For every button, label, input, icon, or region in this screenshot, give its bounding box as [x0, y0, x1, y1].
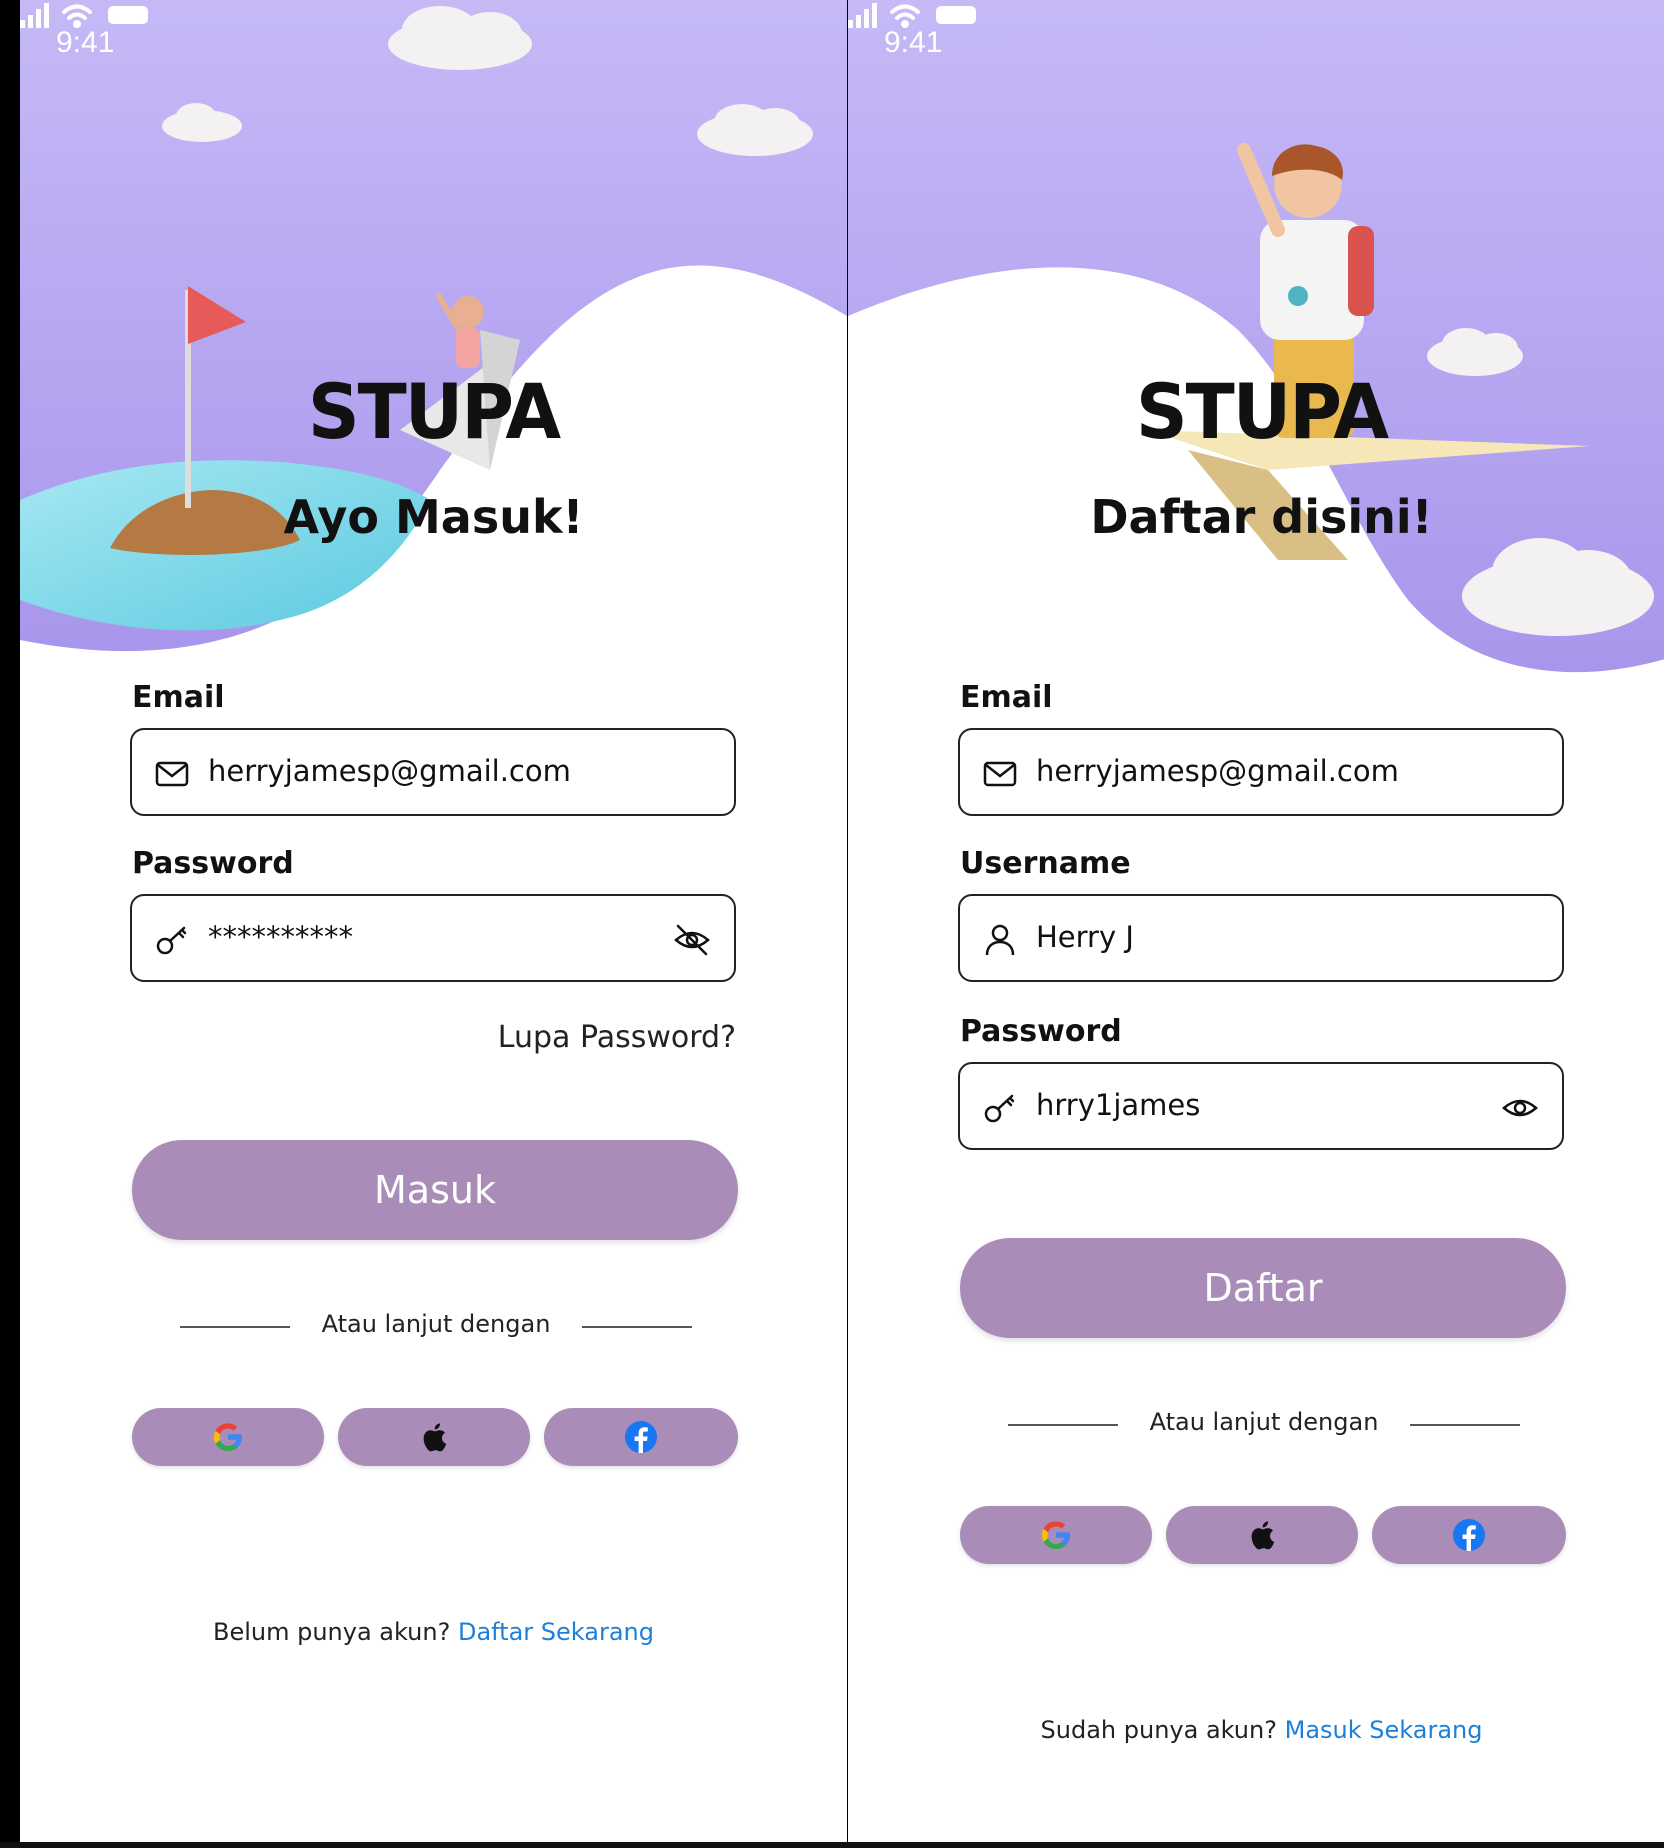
eye-off-icon[interactable]: [672, 920, 712, 960]
key-icon: [984, 1094, 1015, 1123]
signal-icon: [20, 3, 49, 28]
login-prompt-text: Sudah punya akun?: [1040, 1716, 1277, 1744]
apple-icon: [423, 1423, 447, 1452]
hero-illustration: 9:41: [848, 0, 1664, 680]
facebook-icon: [625, 1421, 657, 1453]
hero-background: [848, 0, 1664, 673]
divider-text: Atau lanjut dengan: [321, 1310, 551, 1338]
wifi-icon: [62, 4, 92, 28]
facebook-login-button[interactable]: [1372, 1506, 1566, 1564]
email-label: Email: [960, 680, 1053, 715]
key-icon: [156, 926, 187, 955]
divider: Atau lanjut dengan: [1008, 1404, 1520, 1444]
signup-link[interactable]: Daftar Sekarang: [458, 1618, 654, 1646]
eye-icon[interactable]: [1500, 1088, 1540, 1128]
mail-icon: [983, 761, 1017, 787]
status-time: 9:41: [884, 26, 943, 59]
password-label: Password: [960, 1014, 1122, 1049]
wifi-icon: [890, 4, 920, 28]
password-value: hrry1james: [1036, 1088, 1201, 1122]
register-button[interactable]: Daftar: [960, 1238, 1566, 1338]
signup-prompt-text: Belum punya akun?: [212, 1618, 451, 1646]
divider-line-right: [582, 1326, 692, 1328]
signup-prompt: Belum punya akun? Daftar Sekarang: [20, 1618, 847, 1646]
username-value: Herry J: [1036, 920, 1134, 954]
apple-login-button[interactable]: [338, 1408, 530, 1466]
status-icons: [848, 3, 976, 28]
apple-icon: [1251, 1521, 1275, 1550]
status-icons: [20, 3, 148, 28]
signal-icon: [848, 3, 877, 28]
login-link[interactable]: Masuk Sekarang: [1285, 1716, 1483, 1744]
hero-background: [20, 0, 847, 652]
apple-login-button[interactable]: [1166, 1506, 1358, 1564]
password-value: **********: [208, 920, 353, 954]
login-prompt: Sudah punya akun? Masuk Sekarang: [848, 1716, 1664, 1744]
google-login-button[interactable]: [132, 1408, 324, 1466]
divider: Atau lanjut dengan: [180, 1306, 692, 1346]
hero-illustration: 9:41: [20, 0, 847, 680]
forgot-password-link[interactable]: Lupa Password?: [132, 1020, 736, 1055]
page-title: Daftar disini!: [1090, 490, 1433, 544]
login-button[interactable]: Masuk: [132, 1140, 738, 1240]
divider-text: Atau lanjut dengan: [1149, 1408, 1379, 1436]
email-value: herryjamesp@gmail.com: [208, 754, 571, 788]
battery-icon: [936, 6, 976, 24]
google-login-button[interactable]: [960, 1506, 1152, 1564]
username-field[interactable]: Herry J: [958, 894, 1564, 982]
facebook-login-button[interactable]: [544, 1408, 738, 1466]
password-label: Password: [132, 846, 294, 881]
user-icon: [985, 924, 1015, 956]
email-field[interactable]: herryjamesp@gmail.com: [958, 728, 1564, 816]
google-icon: [1042, 1521, 1070, 1549]
brand-logo: STUPA: [1135, 367, 1389, 457]
battery-icon: [108, 6, 148, 24]
status-time: 9:41: [56, 26, 115, 59]
email-field[interactable]: herryjamesp@gmail.com: [130, 728, 736, 816]
username-label: Username: [960, 846, 1131, 881]
login-screen: 9:41 STUPA Ayo Masuk! Email herryjamesp@…: [20, 0, 847, 1842]
divider-line-right: [1410, 1424, 1520, 1426]
page-title: Ayo Masuk!: [283, 490, 584, 544]
register-screen: 9:41 STUPA Daftar disini! Email herryjam…: [848, 0, 1664, 1842]
mail-icon: [155, 761, 189, 787]
brand-logo: STUPA: [307, 367, 561, 457]
email-label: Email: [132, 680, 225, 715]
bottom-strip: [0, 1842, 1664, 1848]
facebook-icon: [1453, 1519, 1485, 1551]
google-icon: [214, 1423, 242, 1451]
password-field[interactable]: hrry1james: [958, 1062, 1564, 1150]
password-field[interactable]: **********: [130, 894, 736, 982]
email-value: herryjamesp@gmail.com: [1036, 754, 1399, 788]
